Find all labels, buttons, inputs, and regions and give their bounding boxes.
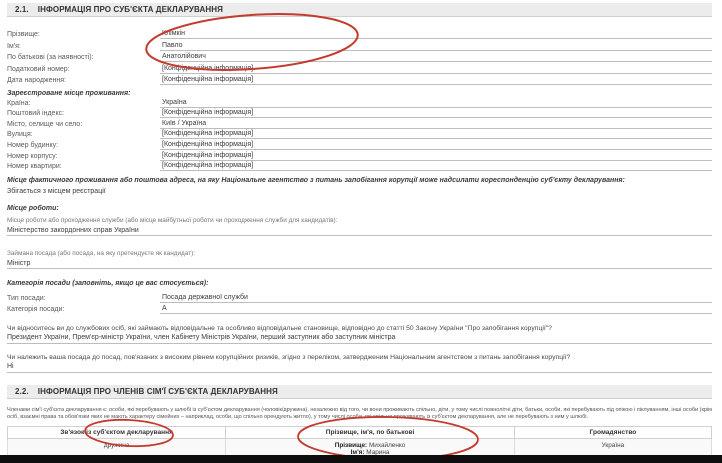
- field-row-patronymic: По батькові (за наявності): Анатолійович: [7, 51, 712, 62]
- field-label: Країна:: [7, 100, 160, 108]
- declaration-document: 2.1. ІНФОРМАЦІЯ ПРО СУБ'ЄКТА ДЕКЛАРУВАНН…: [0, 0, 722, 463]
- position-value: Міністр: [7, 260, 712, 270]
- field-value: А: [160, 305, 712, 314]
- field-label: Номер корпусу:: [7, 153, 160, 161]
- field-value: Київ / Україна: [160, 120, 712, 129]
- field-value: Посада державної служби: [160, 294, 712, 303]
- field-label: Поштовий індекс:: [7, 110, 160, 118]
- field-row-surname: Прізвище: Клімкін: [7, 28, 712, 39]
- section-title: ІНФОРМАЦІЯ ПРО ЧЛЕНІВ СІМ'Ї СУБ'ЄКТА ДЕК…: [38, 387, 278, 396]
- field-row-birth-date: Дата народження: [Конфіденційна інформац…: [7, 74, 712, 85]
- field-label: Дата народження:: [7, 77, 160, 85]
- workplace-heading: Місце роботи:: [7, 205, 712, 212]
- bottom-black-bar: [0, 455, 722, 463]
- field-value: [Конфіденційна інформація]: [160, 109, 712, 118]
- field-label: Тип посади:: [7, 295, 160, 303]
- section-2-2-header: 2.2. ІНФОРМАЦІЯ ПРО ЧЛЕНІВ СІМ'Ї СУБ'ЄКТ…: [7, 385, 712, 399]
- postal-address-value: Збігається з місцем реєстрації: [7, 188, 712, 195]
- field-label: Номер квартири:: [7, 163, 160, 171]
- field-value: Клімкін: [160, 30, 712, 39]
- responsible-position-answer: Президент України, Прем'єр-міністр Украї…: [7, 334, 712, 344]
- person-surname: Прізвище: Михайленко: [228, 442, 512, 449]
- field-label: Прізвище:: [7, 31, 160, 39]
- field-value: [Конфіденційна інформація]: [160, 152, 712, 161]
- field-row-house-number: Номер будинку: [Конфіденційна інформація…: [7, 139, 712, 150]
- residence-fields-block: Країна: Україна Поштовий індекс: [Конфід…: [7, 97, 712, 171]
- field-value: Павло: [160, 42, 712, 51]
- corruption-risk-answer: Ні: [7, 363, 712, 373]
- section-number: 2.2.: [15, 387, 29, 396]
- person-surname-value: Михайленко: [369, 442, 405, 449]
- field-label: Номер будинку:: [7, 142, 160, 150]
- field-row-country: Країна: Україна: [7, 97, 712, 108]
- field-row-apartment-number: Номер квартири: [Конфіденційна інформаці…: [7, 161, 712, 172]
- field-row-firstname: Ім'я: Павло: [7, 39, 712, 50]
- field-label: Податковий номер:: [7, 66, 160, 74]
- field-label: Місто, селище чи село:: [7, 121, 160, 129]
- field-value: [Конфіденційна інформація]: [160, 65, 712, 74]
- person-surname-label: Прізвище:: [335, 442, 367, 449]
- section-2-1-header: 2.1. ІНФОРМАЦІЯ ПРО СУБ'ЄКТА ДЕКЛАРУВАНН…: [7, 3, 712, 17]
- field-label: По батькові (за наявності):: [7, 54, 160, 62]
- section-title: ІНФОРМАЦІЯ ПРО СУБ'ЄКТА ДЕКЛАРУВАННЯ: [38, 5, 223, 14]
- responsible-position-question: Чи відноситесь ви до службових осіб, які…: [7, 325, 712, 332]
- category-heading: Категорія посади (заповніть, якщо це вас…: [7, 280, 712, 287]
- workplace-value: Міністерство закордонних справ України: [7, 227, 712, 237]
- field-value: [Конфіденційна інформація]: [160, 130, 712, 139]
- personal-fields-block: Прізвище: Клімкін Ім'я: Павло По батьков…: [7, 28, 712, 85]
- position-label: Займана посада (або посада, на яку прете…: [7, 250, 712, 257]
- field-row-street: Вулиця: [Конфіденційна інформація]: [7, 129, 712, 140]
- corruption-risk-question: Чи належить ваша посада до посад, пов'яз…: [7, 354, 712, 361]
- workplace-label: Місце роботи або проходження служби (або…: [7, 217, 712, 224]
- family-members-intro: Членами сім'ї суб'єкта декларування є: о…: [7, 407, 712, 422]
- section-number: 2.1.: [15, 5, 29, 14]
- field-label: Ім'я:: [7, 43, 160, 51]
- field-row-city: Місто, селище чи село: Київ / Україна: [7, 118, 712, 129]
- column-header-name: Прізвище, ім'я, по батькові: [226, 427, 515, 439]
- field-value: Анатолійович: [160, 53, 712, 62]
- field-row-position-type: Тип посади: Посада державної служби: [7, 291, 712, 302]
- field-value: Україна: [160, 99, 712, 108]
- residence-heading: Зареєстроване місце проживання:: [7, 90, 712, 97]
- field-value: [Конфіденційна інформація]: [160, 76, 712, 85]
- field-label: Категорія посади:: [7, 306, 160, 314]
- field-value: [Конфіденційна інформація]: [160, 141, 712, 150]
- postal-address-heading: Місце фактичного проживання або поштова …: [7, 177, 712, 184]
- field-row-building-number: Номер корпусу: [Конфіденційна інформація…: [7, 150, 712, 161]
- field-label: Вулиця:: [7, 131, 160, 139]
- column-header-relation: Зв'язок із суб'єктом декларування: [8, 427, 226, 439]
- column-header-citizenship: Громадянство: [514, 427, 711, 439]
- field-row-postal-code: Поштовий індекс: [Конфіденційна інформац…: [7, 108, 712, 119]
- field-row-tax-number: Податковий номер: [Конфіденційна інформа…: [7, 62, 712, 73]
- field-value: [Конфіденційна інформація]: [160, 162, 712, 171]
- category-fields-block: Тип посади: Посада державної служби Кате…: [7, 291, 712, 314]
- field-row-position-category: Категорія посади: А: [7, 303, 712, 314]
- table-header-row: Зв'язок із суб'єктом декларування Прізви…: [8, 427, 712, 439]
